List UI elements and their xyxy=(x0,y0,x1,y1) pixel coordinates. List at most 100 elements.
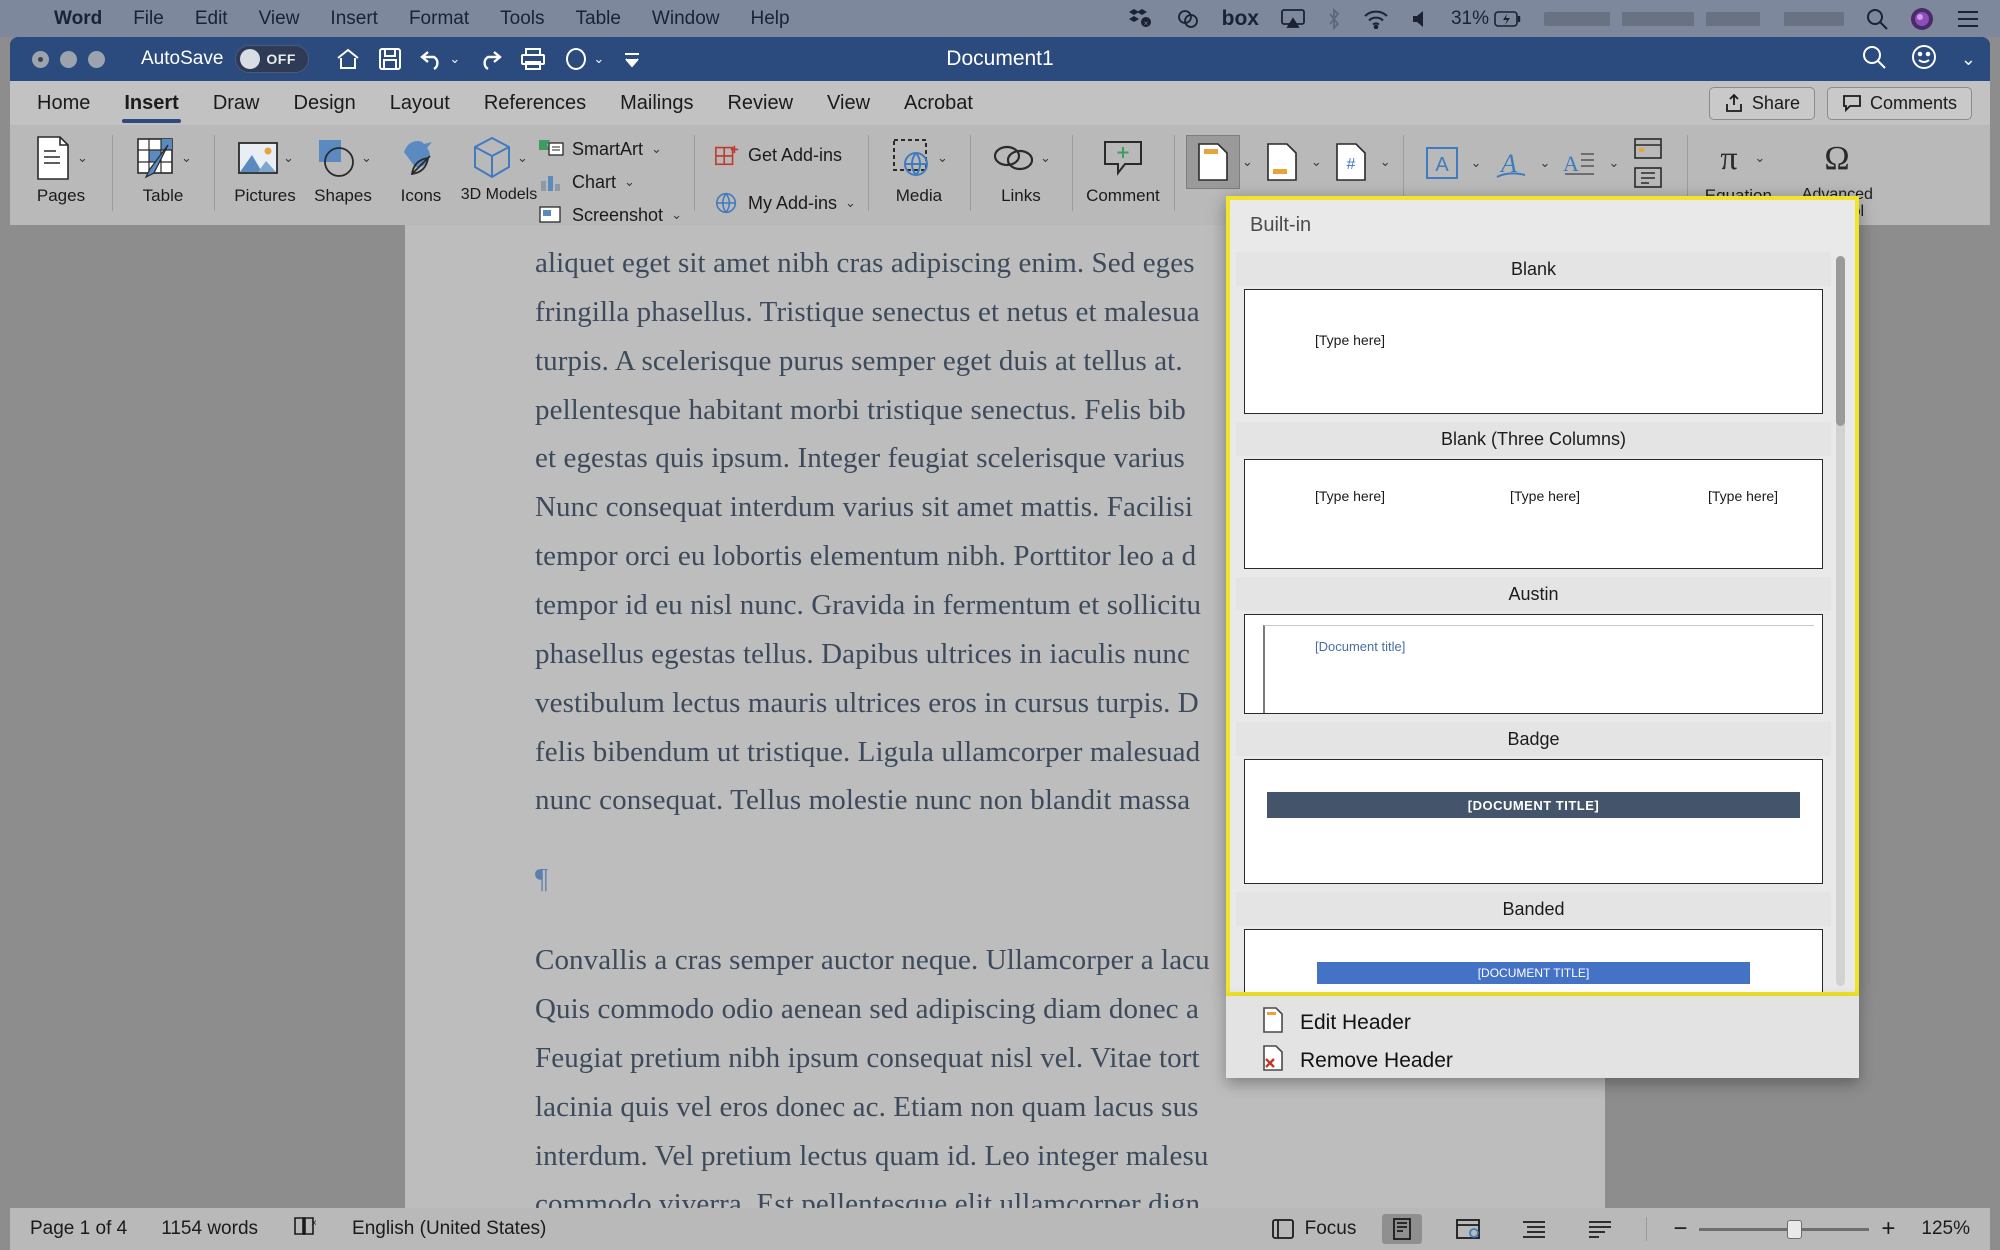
outline-icon[interactable] xyxy=(1514,1214,1554,1244)
close-window-button[interactable] xyxy=(32,50,49,68)
zoom-in-button[interactable]: + xyxy=(1881,1215,1895,1243)
macos-menu-help[interactable]: Help xyxy=(751,8,790,30)
scrollbar-thumb[interactable] xyxy=(1836,256,1845,426)
focus-button[interactable]: Focus xyxy=(1271,1218,1356,1240)
bluetooth-icon[interactable] xyxy=(1327,7,1341,30)
chart-button[interactable]: Chart ⌄ xyxy=(538,170,682,194)
zoom-level[interactable]: 125% xyxy=(1921,1218,1970,1240)
smartart-button[interactable]: SmartArt ⌄ xyxy=(538,137,682,161)
chevron-down-icon[interactable]: ⌄ xyxy=(283,150,294,166)
macos-menu-word[interactable]: Word xyxy=(54,8,102,30)
chevron-down-icon[interactable]: ⌄ xyxy=(1380,154,1391,170)
dropbox-icon[interactable]: × xyxy=(1128,8,1154,30)
search-icon[interactable] xyxy=(1866,8,1888,30)
gallery-scrollbar[interactable] xyxy=(1836,256,1845,986)
header-preview[interactable]: [DOCUMENT TITLE] xyxy=(1244,929,1823,992)
autosave-toggle[interactable]: OFF xyxy=(235,45,310,73)
get-addins-button[interactable]: Get Add-ins xyxy=(714,143,856,167)
web-layout-icon[interactable] xyxy=(1448,1214,1488,1244)
pages-button[interactable]: ⌄ Pages xyxy=(22,125,100,205)
proofing-errors-icon[interactable]: × xyxy=(292,1214,318,1244)
format-painter-icon[interactable]: ⌄ xyxy=(563,47,604,71)
zoom-track[interactable] xyxy=(1699,1219,1870,1239)
text-box-button[interactable]: A xyxy=(1415,136,1469,190)
chevron-down-icon[interactable]: ⌄ xyxy=(845,195,856,211)
tab-acrobat[interactable]: Acrobat xyxy=(887,81,990,125)
macos-menu-insert[interactable]: Insert xyxy=(330,8,378,30)
chevron-down-icon[interactable]: ⌄ xyxy=(671,207,682,223)
autosave-control[interactable]: AutoSave OFF xyxy=(141,45,310,73)
draft-icon[interactable] xyxy=(1580,1214,1620,1244)
chevron-down-icon[interactable]: ⌄ xyxy=(1040,150,1051,166)
chevron-down-icon[interactable]: ⌄ xyxy=(361,150,372,166)
chevron-down-icon[interactable]: ⌄ xyxy=(181,150,192,166)
edit-header-item[interactable]: Edit Header xyxy=(1226,1004,1859,1042)
macos-menu-view[interactable]: View xyxy=(259,8,300,30)
undo-icon[interactable]: ⌄ xyxy=(419,48,460,70)
wifi-icon[interactable] xyxy=(1363,9,1389,29)
customize-icon[interactable] xyxy=(621,48,643,70)
share-button[interactable]: Share xyxy=(1708,86,1815,120)
chevron-down-icon[interactable]: ⌄ xyxy=(624,174,635,190)
chevron-down-icon[interactable]: ⌄ xyxy=(517,150,528,166)
header-preview[interactable]: [Type here] xyxy=(1244,289,1823,414)
equation-button[interactable]: π ⌄ Equation xyxy=(1699,125,1777,205)
chevron-down-icon[interactable]: ⌄ xyxy=(1754,150,1765,166)
screenshot-button[interactable]: Screenshot ⌄ xyxy=(538,203,682,227)
page-count[interactable]: Page 1 of 4 xyxy=(30,1218,127,1240)
header-gallery-popup[interactable]: Built-in Blank [Type here] Blank (Three … xyxy=(1226,196,1859,996)
object-button[interactable] xyxy=(1621,164,1675,190)
wordart-button[interactable]: A xyxy=(1484,136,1538,190)
zoom-slider[interactable]: − + xyxy=(1673,1215,1895,1243)
macos-menu-format[interactable]: Format xyxy=(409,8,469,30)
control-center-icon[interactable] xyxy=(1956,9,1980,29)
tab-insert[interactable]: Insert xyxy=(107,81,195,125)
links-button[interactable]: ⌄ Links xyxy=(982,125,1060,205)
3d-models-button[interactable]: ⌄ 3D Models xyxy=(460,125,538,204)
header-gallery-scroll[interactable]: Blank [Type here] Blank (Three Columns) … xyxy=(1236,252,1847,992)
remove-header-item[interactable]: Remove Header xyxy=(1226,1042,1859,1080)
tab-references[interactable]: References xyxy=(467,81,603,125)
redo-icon[interactable] xyxy=(477,48,503,70)
footer-button[interactable] xyxy=(1255,135,1309,189)
print-layout-icon[interactable] xyxy=(1382,1214,1423,1244)
tab-design[interactable]: Design xyxy=(277,81,373,125)
zoom-handle[interactable] xyxy=(1787,1219,1803,1239)
chevron-down-icon[interactable]: ⌄ xyxy=(1242,154,1253,170)
minimize-window-button[interactable] xyxy=(60,50,77,68)
my-addins-button[interactable]: My Add-ins ⌄ xyxy=(714,191,856,215)
maximize-window-button[interactable] xyxy=(88,50,105,68)
chevron-down-icon[interactable]: ⌄ xyxy=(1311,154,1322,170)
table-button[interactable]: ⌄ Table xyxy=(124,125,202,205)
airplay-icon[interactable] xyxy=(1281,8,1305,29)
pictures-button[interactable]: ⌄ Pictures xyxy=(226,125,304,205)
creative-cloud-icon[interactable] xyxy=(1176,8,1200,30)
header-context-menu[interactable]: Edit Header Remove Header xyxy=(1226,996,1859,1078)
date-time-button[interactable] xyxy=(1621,135,1675,161)
smiley-icon[interactable] xyxy=(1911,44,1937,75)
comment-button[interactable]: Comment xyxy=(1084,125,1162,205)
header-preview[interactable]: [Type here] [Type here] [Type here] xyxy=(1244,459,1823,569)
print-icon[interactable] xyxy=(520,47,546,71)
tab-home[interactable]: Home xyxy=(20,81,107,125)
tab-layout[interactable]: Layout xyxy=(373,81,467,125)
chevron-down-icon[interactable]: ⌄ xyxy=(449,51,460,67)
chevron-down-icon[interactable]: ⌄ xyxy=(1540,155,1551,171)
icons-button[interactable]: Icons xyxy=(382,125,460,205)
language-indicator[interactable]: English (United States) xyxy=(352,1218,546,1240)
header-option-badge[interactable]: Badge [DOCUMENT TITLE] xyxy=(1236,722,1831,884)
chevron-down-icon[interactable]: ⌄ xyxy=(77,150,88,166)
macos-menu-table[interactable]: Table xyxy=(576,8,621,30)
siri-icon[interactable] xyxy=(1910,7,1934,31)
chevron-down-icon[interactable]: ⌄ xyxy=(1471,155,1482,171)
save-icon[interactable] xyxy=(378,47,402,71)
zoom-out-button[interactable]: − xyxy=(1673,1215,1687,1243)
macos-menu-tools[interactable]: Tools xyxy=(500,8,544,30)
chevron-down-icon[interactable]: ⌄ xyxy=(1608,155,1619,171)
chevron-down-icon[interactable]: ⌄ xyxy=(937,150,948,166)
media-button[interactable]: ⌄ Media xyxy=(880,125,958,205)
header-preview[interactable]: [Document title] xyxy=(1244,614,1823,714)
macos-menu-file[interactable]: File xyxy=(133,8,164,30)
chevron-down-icon[interactable]: ⌄ xyxy=(1961,49,1976,70)
tab-draw[interactable]: Draw xyxy=(196,81,277,125)
